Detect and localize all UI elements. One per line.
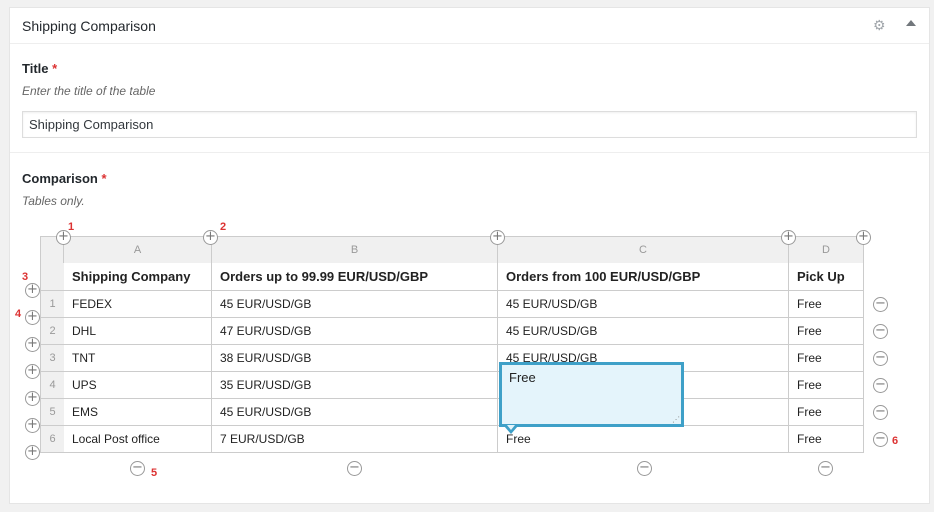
table-cell[interactable]: 7 EUR/USD/GB <box>212 426 498 453</box>
comparison-label-text: Comparison <box>22 171 98 186</box>
add-row-icon[interactable]: + <box>25 283 40 298</box>
table-cell[interactable]: UPS <box>64 372 212 399</box>
table-cell[interactable]: Free <box>498 426 789 453</box>
title-label-text: Title <box>22 61 49 76</box>
header-cell[interactable]: Shipping Company <box>64 263 212 291</box>
annotation-number: 3 <box>22 271 29 283</box>
add-column-icon[interactable]: + <box>781 230 796 245</box>
required-mark: * <box>101 171 107 186</box>
row-number: 5 <box>40 399 64 426</box>
add-column-icon[interactable]: + <box>203 230 218 245</box>
annotation-number: 5 <box>151 467 158 479</box>
collapse-icon[interactable] <box>906 20 916 26</box>
cell-editor-value[interactable]: Free <box>509 370 536 385</box>
table-cell[interactable]: Free <box>789 318 864 345</box>
add-row-icon[interactable]: + <box>25 418 40 433</box>
add-row-icon[interactable]: + <box>25 445 40 460</box>
row-number: 4 <box>40 372 64 399</box>
column-letter-a[interactable]: A <box>64 236 212 264</box>
annotation-number: 6 <box>892 435 899 447</box>
row-number: 6 <box>40 426 64 453</box>
row-number: 2 <box>40 318 64 345</box>
required-mark: * <box>52 61 58 76</box>
section-divider <box>10 152 929 153</box>
add-row-icon[interactable]: + <box>25 391 40 406</box>
table-cell[interactable]: Free <box>789 372 864 399</box>
table-cell[interactable]: TNT <box>64 345 212 372</box>
add-column-icon[interactable]: + <box>856 230 871 245</box>
table-cell[interactable]: 45 EUR/USD/GB <box>498 318 789 345</box>
table-cell[interactable]: 38 EUR/USD/GB <box>212 345 498 372</box>
add-row-icon[interactable]: + <box>25 337 40 352</box>
remove-column-icon[interactable]: − <box>130 461 145 476</box>
annotation-number: 4 <box>15 308 22 320</box>
column-letter-b[interactable]: B <box>212 236 498 264</box>
remove-column-icon[interactable]: − <box>818 461 833 476</box>
table-cell[interactable]: Free <box>789 345 864 372</box>
table-cell[interactable]: 47 EUR/USD/GB <box>212 318 498 345</box>
table-cell[interactable]: Local Post office <box>64 426 212 453</box>
table-cell[interactable]: DHL <box>64 318 212 345</box>
row-number: 3 <box>40 345 64 372</box>
title-field-label: Title * <box>22 61 57 76</box>
gear-icon[interactable]: ⚙ <box>873 18 887 32</box>
panel-header: Shipping Comparison ⚙ <box>10 8 929 44</box>
remove-column-icon[interactable]: − <box>637 461 652 476</box>
comparison-field-label: Comparison * <box>22 171 107 186</box>
cell-editor-popover[interactable]: Free <box>499 362 684 427</box>
header-cell[interactable]: Orders up to 99.99 EUR/USD/GBP <box>212 263 498 291</box>
row-number-header <box>40 263 64 291</box>
table-cell[interactable]: 45 EUR/USD/GB <box>498 291 789 318</box>
popover-pointer-inner <box>507 425 515 430</box>
table-cell[interactable]: 45 EUR/USD/GB <box>212 399 498 426</box>
title-input[interactable] <box>22 111 917 138</box>
remove-row-icon[interactable]: − <box>873 432 888 447</box>
table-cell[interactable]: Free <box>789 399 864 426</box>
comparison-field-description: Tables only. <box>22 194 85 208</box>
column-letter-d[interactable]: D <box>789 236 864 264</box>
table-cell[interactable]: Free <box>789 291 864 318</box>
add-row-icon[interactable]: + <box>25 364 40 379</box>
header-cell[interactable]: Pick Up <box>789 263 864 291</box>
add-row-icon[interactable]: + <box>25 310 40 325</box>
remove-row-icon[interactable]: − <box>873 351 888 366</box>
table-cell[interactable]: FEDEX <box>64 291 212 318</box>
annotation-number: 1 <box>68 221 75 233</box>
resize-grip-icon[interactable]: ⋰ <box>672 415 680 424</box>
title-field-description: Enter the title of the table <box>22 84 156 98</box>
column-letter-c[interactable]: C <box>498 236 789 264</box>
remove-row-icon[interactable]: − <box>873 297 888 312</box>
header-cell[interactable]: Orders from 100 EUR/USD/GBP <box>498 263 789 291</box>
panel-title: Shipping Comparison <box>22 18 156 34</box>
remove-column-icon[interactable]: − <box>347 461 362 476</box>
table-cell[interactable]: 45 EUR/USD/GB <box>212 291 498 318</box>
table-cell[interactable]: Free <box>789 426 864 453</box>
add-column-icon[interactable]: + <box>490 230 505 245</box>
row-number: 1 <box>40 291 64 318</box>
table-cell[interactable]: EMS <box>64 399 212 426</box>
remove-row-icon[interactable]: − <box>873 378 888 393</box>
table-cell[interactable]: 35 EUR/USD/GB <box>212 372 498 399</box>
remove-row-icon[interactable]: − <box>873 324 888 339</box>
annotation-number: 2 <box>220 221 227 233</box>
remove-row-icon[interactable]: − <box>873 405 888 420</box>
